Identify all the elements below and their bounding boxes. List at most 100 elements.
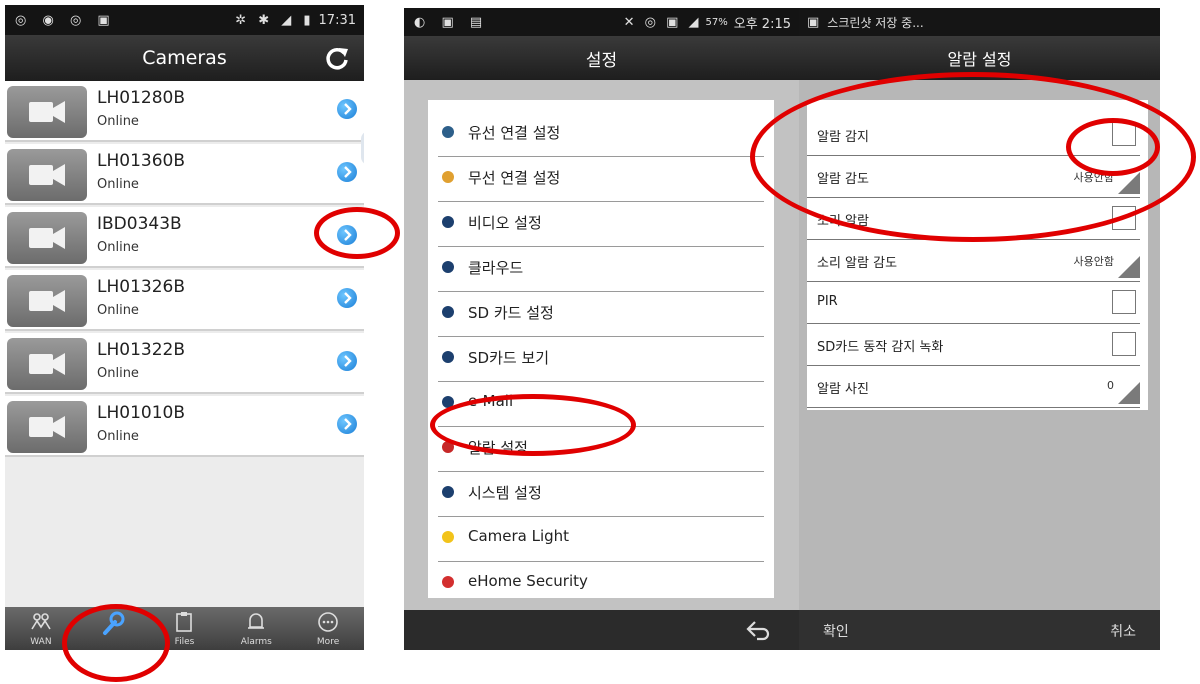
refresh-icon[interactable] bbox=[324, 45, 350, 71]
video-camera-icon bbox=[7, 149, 87, 201]
system-icons: ✕ ◎ ▣ ◢ bbox=[623, 14, 702, 30]
drawer-handle[interactable]: ‹ bbox=[361, 131, 364, 165]
cameras-screen: ◎ ◉ ◎ ▣ ✲ ✱ ◢ ▮ 17:31 Cameras LH01280B On… bbox=[5, 5, 364, 650]
setting-label: 소리 알람 감도 bbox=[817, 256, 898, 271]
highlight-camera-arrow bbox=[314, 207, 400, 259]
screenshot-icon: ▣ bbox=[807, 14, 820, 30]
bottom-bar bbox=[404, 610, 799, 650]
tab-more[interactable]: More bbox=[292, 607, 364, 650]
menu-item-label: SD카드 보기 bbox=[468, 349, 550, 367]
tab-label: Alarms bbox=[240, 637, 272, 647]
camera-name: LH01360B bbox=[97, 151, 185, 171]
setting-checkbox[interactable] bbox=[1112, 290, 1136, 314]
menu-item-label: Camera Light bbox=[468, 527, 570, 545]
setting-label: PIR bbox=[817, 294, 838, 309]
chevron-right-icon[interactable] bbox=[337, 162, 357, 182]
video-camera-icon bbox=[7, 401, 87, 453]
dropdown-corner-icon bbox=[1118, 382, 1140, 404]
menu-item[interactable]: Camera Light bbox=[428, 513, 774, 562]
setting-row[interactable]: 알람 사진 0 bbox=[807, 364, 1148, 408]
camera-row[interactable]: IBD0343B Online bbox=[5, 207, 364, 268]
setting-checkbox[interactable] bbox=[1112, 332, 1136, 356]
chevron-right-icon[interactable] bbox=[337, 351, 357, 371]
settings-menu: 유선 연결 설정무선 연결 설정비디오 설정클라우드 SD 카드 설정 SD카드 보… bbox=[428, 100, 774, 598]
setting-value[interactable]: 사용안함 bbox=[1074, 253, 1114, 269]
security-icon bbox=[442, 576, 454, 588]
wireless-icon bbox=[442, 171, 454, 183]
settings-screen: ◐ ▣ ▤ ✕ ◎ ▣ ◢ 57% 오후 2:15 설정 유선 연결 설정무선 … bbox=[404, 8, 799, 650]
cloud-icon bbox=[442, 261, 454, 273]
status-bar: ▣ 스크린샷 저장 중... bbox=[799, 8, 1160, 36]
camera-row[interactable]: LH01360B Online bbox=[5, 144, 364, 205]
camera-status: Online bbox=[97, 303, 139, 318]
video-icon bbox=[442, 216, 454, 228]
tab-alarms[interactable]: Alarms bbox=[220, 607, 292, 650]
status-text: 스크린샷 저장 중... bbox=[827, 15, 924, 30]
info-icon bbox=[442, 486, 454, 498]
title-bar: Cameras bbox=[5, 35, 364, 81]
video-camera-icon bbox=[7, 212, 87, 264]
video-camera-icon bbox=[7, 275, 87, 327]
menu-item-label: 시스템 설정 bbox=[468, 484, 542, 502]
status-time: 오후 2:15 bbox=[733, 16, 791, 32]
camera-name: LH01322B bbox=[97, 340, 185, 360]
camera-row[interactable]: LH01010B Online bbox=[5, 396, 364, 457]
lightbulb-icon bbox=[442, 531, 454, 543]
battery-level: 57% bbox=[705, 16, 728, 28]
sd-card-icon bbox=[442, 306, 454, 318]
menu-item[interactable]: SD 카드 설정 bbox=[428, 288, 774, 337]
menu-item[interactable]: 무선 연결 설정 bbox=[428, 153, 774, 202]
setting-row[interactable]: SD카드 동작 감지 녹화 bbox=[807, 322, 1148, 366]
status-time: 17:31 bbox=[318, 12, 356, 28]
menu-item[interactable]: SD카드 보기 bbox=[428, 333, 774, 382]
chevron-right-icon[interactable] bbox=[337, 99, 357, 119]
video-camera-icon bbox=[7, 86, 87, 138]
menu-item[interactable]: 시스템 설정 bbox=[428, 468, 774, 517]
menu-item-label: SD 카드 설정 bbox=[468, 304, 554, 322]
bell-icon bbox=[248, 613, 265, 629]
divider bbox=[807, 407, 1140, 408]
bottom-tab-bar: WAN Files Alarms More bbox=[5, 607, 364, 650]
chevron-right-icon[interactable] bbox=[337, 414, 357, 434]
notification-icons: ◐ ▣ ▤ bbox=[414, 14, 489, 30]
highlight-alarm-checkbox bbox=[1066, 118, 1160, 176]
menu-item[interactable]: eHome Security bbox=[428, 558, 774, 607]
menu-item[interactable]: 비디오 설정 bbox=[428, 198, 774, 247]
camera-status: Online bbox=[97, 366, 139, 381]
camera-name: LH01010B bbox=[97, 403, 185, 423]
camera-row[interactable]: LH01326B Online bbox=[5, 270, 364, 331]
menu-item-label: 클라우드 bbox=[468, 259, 524, 277]
menu-item[interactable]: 유선 연결 설정 bbox=[428, 108, 774, 157]
video-camera-icon bbox=[7, 338, 87, 390]
title-bar: 설정 bbox=[404, 36, 799, 80]
setting-label: 알람 사진 bbox=[817, 382, 869, 397]
setting-row[interactable]: PIR bbox=[807, 280, 1148, 324]
camera-status: Online bbox=[97, 114, 139, 129]
tab-label: More bbox=[316, 637, 340, 647]
back-icon[interactable] bbox=[745, 618, 771, 642]
page-title: 설정 bbox=[585, 50, 618, 71]
clipboard-icon bbox=[176, 612, 193, 632]
camera-row[interactable]: LH01322B Online bbox=[5, 333, 364, 394]
setting-row[interactable]: 소리 알람 감도 사용안함 bbox=[807, 238, 1148, 282]
page-title: Cameras bbox=[142, 47, 227, 69]
camera-status: Online bbox=[97, 177, 139, 192]
camera-status: Online bbox=[97, 429, 139, 444]
menu-item-label: 무선 연결 설정 bbox=[468, 169, 561, 187]
notification-icons: ◎ ◉ ◎ ▣ bbox=[15, 12, 116, 28]
ok-button[interactable]: 확인 bbox=[823, 621, 849, 641]
status-bar: ◎ ◉ ◎ ▣ ✲ ✱ ◢ ▮ 17:31 bbox=[5, 5, 364, 35]
setting-label: SD카드 동작 감지 녹화 bbox=[817, 340, 944, 355]
system-icons: ✲ ✱ ◢ ▮ bbox=[235, 12, 315, 28]
cancel-button[interactable]: 취소 bbox=[1110, 621, 1136, 641]
wired-icon bbox=[442, 126, 454, 138]
camera-name: LH01280B bbox=[97, 88, 185, 108]
camera-row[interactable]: LH01280B Online bbox=[5, 81, 364, 142]
camera-status: Online bbox=[97, 240, 139, 255]
chevron-right-icon[interactable] bbox=[337, 288, 357, 308]
menu-item-label: eHome Security bbox=[468, 572, 588, 590]
camera-name: IBD0343B bbox=[97, 214, 182, 234]
page-title: 알람 설정 bbox=[947, 50, 1012, 69]
menu-item[interactable]: 클라우드 bbox=[428, 243, 774, 292]
setting-value[interactable]: 0 bbox=[1107, 379, 1114, 392]
